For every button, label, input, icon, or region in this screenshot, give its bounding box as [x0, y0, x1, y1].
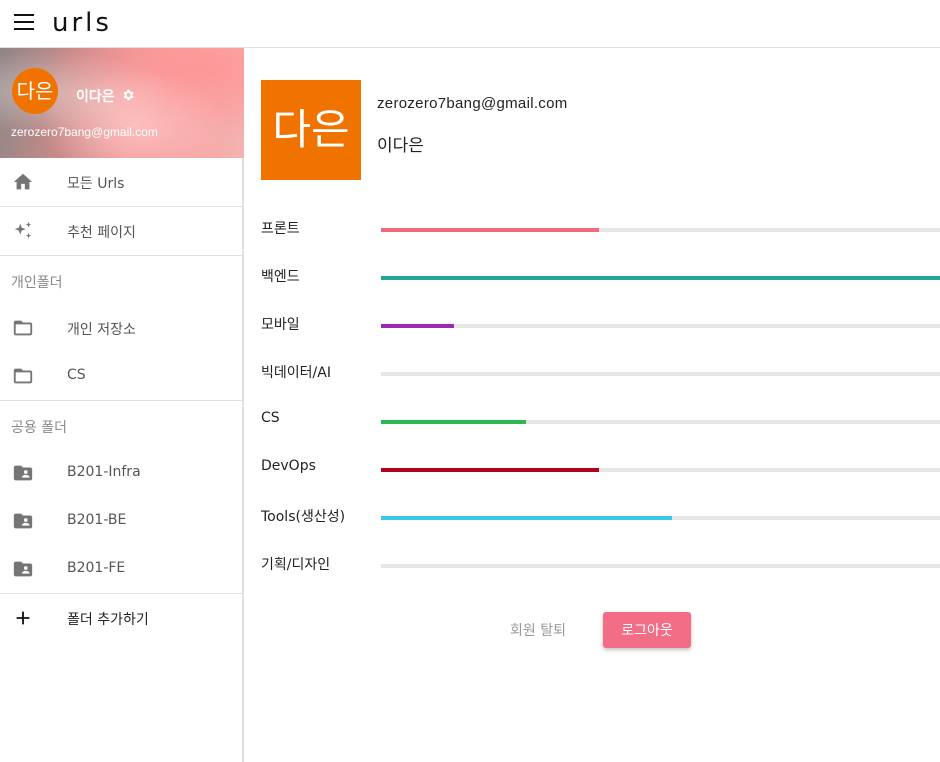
skill-label: 프론트	[261, 221, 300, 237]
shared-folder-item[interactable]: B201-Infra	[0, 449, 242, 497]
skill-row: DevOps	[261, 458, 940, 486]
profile-name: 이다은	[76, 89, 115, 105]
folder-label: CS	[67, 367, 86, 383]
folder-label: 개인 저장소	[67, 322, 136, 338]
folder-icon	[13, 320, 33, 336]
profile-email: zerozero7bang@gmail.com	[377, 95, 568, 112]
sidebar: 다은 이다은 zerozero7bang@gmail.com 모든 Urls 추…	[0, 48, 244, 762]
skill-label: Tools(생산성)	[261, 509, 346, 525]
shared-folder-item[interactable]: B201-FE	[0, 545, 242, 593]
skill-label: 기획/디자인	[261, 557, 331, 573]
avatar[interactable]: 다은	[12, 68, 58, 114]
skill-row: 기획/디자인	[261, 554, 940, 582]
nav-all-urls[interactable]: 모든 Urls	[0, 158, 242, 206]
skill-progress-track	[381, 324, 940, 328]
menu-icon[interactable]	[14, 14, 34, 32]
sparkle-icon	[14, 221, 32, 239]
skill-progress-fill	[381, 516, 672, 520]
shared-folder-icon	[13, 513, 33, 529]
folder-label: B201-FE	[67, 560, 126, 576]
nav-label: 추천 페이지	[67, 225, 136, 241]
profile-email: zerozero7bang@gmail.com	[11, 125, 158, 139]
skill-progress-track	[381, 420, 940, 424]
skill-progress-fill	[381, 228, 599, 232]
shared-folder-heading: 공용 폴더	[11, 420, 67, 436]
nav-label: 모든 Urls	[67, 176, 125, 192]
folder-icon	[13, 368, 33, 384]
skill-row: 프론트	[261, 218, 940, 246]
add-folder-label: 폴더 추가하기	[67, 612, 149, 628]
profile-banner: 다은 이다은 zerozero7bang@gmail.com	[0, 48, 244, 158]
skill-progress-track	[381, 468, 940, 472]
skill-label: CS	[261, 410, 280, 426]
folder-item[interactable]: 개인 저장소	[0, 304, 242, 352]
nav-recommended[interactable]: 추천 페이지	[0, 207, 242, 255]
skill-label: 백엔드	[261, 269, 300, 285]
skill-row: CS	[261, 410, 940, 438]
folder-item[interactable]: CS	[0, 352, 242, 400]
home-icon	[13, 173, 33, 190]
withdraw-button[interactable]: 회원 탈퇴	[510, 620, 566, 640]
skill-row: 모바일	[261, 314, 940, 342]
skill-row: 빅데이터/AI	[261, 362, 940, 390]
skill-row: 백엔드	[261, 266, 940, 294]
plus-icon	[16, 611, 30, 625]
profile-avatar: 다은	[261, 80, 361, 180]
skill-progress-fill	[381, 420, 526, 424]
shared-folder-icon	[13, 561, 33, 577]
main-content: 다은 zerozero7bang@gmail.com 이다은 프론트백엔드모바일…	[246, 48, 940, 762]
skill-progress-track	[381, 516, 940, 520]
add-folder-button[interactable]: 폴더 추가하기	[0, 594, 242, 642]
profile-name: 이다은	[377, 136, 424, 156]
skill-label: 빅데이터/AI	[261, 365, 331, 381]
folder-label: B201-Infra	[67, 464, 141, 480]
skill-progress-track	[381, 564, 940, 568]
skill-row: Tools(생산성)	[261, 506, 940, 534]
skill-progress-fill	[381, 324, 454, 328]
folder-label: B201-BE	[67, 512, 127, 528]
skill-progress-fill	[381, 276, 940, 280]
skill-progress-track	[381, 276, 940, 280]
skill-progress-fill	[381, 468, 599, 472]
shared-folder-icon	[13, 465, 33, 481]
shared-folder-item[interactable]: B201-BE	[0, 497, 242, 545]
skill-label: 모바일	[261, 317, 300, 333]
skill-label: DevOps	[261, 458, 316, 474]
personal-folder-heading: 개인폴더	[11, 275, 63, 291]
skill-progress-track	[381, 372, 940, 376]
app-bar: urls	[0, 0, 940, 48]
gear-icon[interactable]	[121, 88, 135, 102]
logout-button[interactable]: 로그아웃	[603, 612, 691, 648]
skill-progress-track	[381, 228, 940, 232]
app-logo[interactable]: urls	[52, 9, 112, 37]
